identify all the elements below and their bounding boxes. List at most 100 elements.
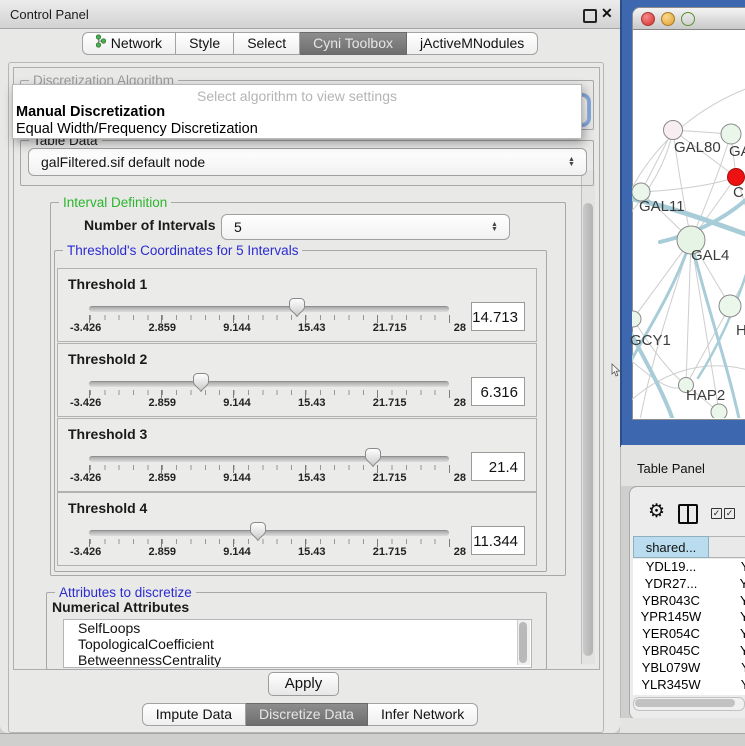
- node-red: [728, 169, 745, 186]
- network-canvas[interactable]: [632, 28, 745, 418]
- node-label-ga: GA: [729, 143, 745, 160]
- scrollbar-thumb[interactable]: [583, 203, 593, 656]
- group-title: Attributes to discretize: [55, 585, 196, 600]
- scale-label: 15.43: [298, 397, 326, 409]
- close-traffic-light[interactable]: [641, 12, 655, 26]
- slider-track[interactable]: [89, 381, 449, 387]
- algorithm-dropdown-popup: Select algorithm to view settings Manual…: [12, 84, 582, 139]
- dropdown-item-manual-discretization[interactable]: Manual Discretization: [13, 104, 581, 121]
- list-item[interactable]: BetweennessCentrality: [64, 652, 531, 668]
- cell-name: YBR0: [709, 643, 745, 660]
- table-row[interactable]: YBR045C YBR0: [633, 643, 745, 660]
- threshold-value-field[interactable]: 21.4: [471, 452, 525, 481]
- table-panel-title: Table Panel: [637, 461, 705, 476]
- table-row[interactable]: YBL079W YBL0: [633, 660, 745, 677]
- slider-track[interactable]: [89, 530, 449, 536]
- number-of-intervals-combobox[interactable]: 5 ▲▼: [221, 214, 510, 240]
- slider-scale: -3.4262.8599.14415.4321.71528: [70, 546, 466, 558]
- threshold-label: Threshold 3: [68, 426, 147, 442]
- gear-icon[interactable]: ⚙: [648, 502, 665, 521]
- table-row[interactable]: YLR345W YLR3: [633, 677, 745, 694]
- scale-label: 9.144: [223, 397, 251, 409]
- tab-infer-network[interactable]: Infer Network: [368, 703, 478, 726]
- cell-shared-name: YBR045C: [633, 643, 709, 660]
- scale-label: 21.715: [373, 322, 407, 334]
- tab-cyni-toolbox[interactable]: Cyni Toolbox: [300, 32, 407, 55]
- slider-thumb[interactable]: [288, 298, 305, 317]
- threshold-value-field[interactable]: 14.713: [471, 302, 525, 331]
- tab-label: Network: [111, 33, 162, 54]
- dropdown-item-equal-width-frequency[interactable]: Equal Width/Frequency Discretization: [13, 121, 581, 138]
- cell-name: YLR3: [709, 677, 745, 694]
- node-label-c: C: [733, 184, 744, 201]
- tab-discretize-data[interactable]: Discretize Data: [246, 703, 368, 726]
- scale-label: -3.426: [70, 397, 101, 409]
- tab-select[interactable]: Select: [234, 32, 300, 55]
- tab-label: Style: [189, 33, 220, 54]
- table-data-combobox[interactable]: galFiltered.sif default node ▲▼: [28, 148, 587, 176]
- threshold-value-field[interactable]: 6.316: [471, 377, 525, 406]
- slider-thumb[interactable]: [365, 448, 382, 467]
- attributes-list[interactable]: SelfLoopsTopologicalCoefficientBetweenne…: [63, 619, 532, 668]
- number-of-intervals-label: Number of Intervals: [84, 217, 215, 233]
- tab-label: jActiveMNodules: [420, 33, 524, 54]
- tab-jactivemnodules[interactable]: jActiveMNodules: [407, 32, 538, 55]
- tab-impute-data[interactable]: Impute Data: [142, 703, 246, 726]
- table-row[interactable]: YDL19... YDL1: [633, 559, 745, 576]
- cell-shared-name: YER054C: [633, 626, 709, 643]
- zoom-traffic-light[interactable]: [681, 12, 695, 26]
- list-item[interactable]: SelfLoops: [64, 620, 531, 636]
- tab-label: Discretize Data: [259, 704, 354, 725]
- table-scrollbar-thumb[interactable]: [635, 699, 735, 707]
- scale-label: 15.43: [298, 546, 326, 558]
- table-row[interactable]: YIL05... YIL0: [633, 693, 745, 695]
- tab-label: Cyni Toolbox: [313, 33, 393, 54]
- table-body[interactable]: YDL19... YDL1 YDR27... YDR2 YBR043C YBR0…: [633, 559, 745, 695]
- threshold-2-panel: Threshold 2 -3.4262.8599.14415.4321.7152…: [57, 343, 537, 417]
- node-top-right: [721, 124, 741, 144]
- table-row[interactable]: YBR043C YBR0: [633, 593, 745, 610]
- list-scrollbar-thumb[interactable]: [519, 622, 527, 663]
- window-bottom-strip: [0, 733, 745, 746]
- cell-shared-name: YDL19...: [633, 559, 709, 576]
- table-row[interactable]: YDR27... YDR2: [633, 576, 745, 593]
- slider-track[interactable]: [89, 456, 449, 462]
- float-window-icon[interactable]: [583, 9, 597, 23]
- tab-style[interactable]: Style: [176, 32, 234, 55]
- close-icon[interactable]: ✕: [601, 5, 613, 22]
- minimize-traffic-light[interactable]: [661, 12, 675, 26]
- cell-name: YIL0: [709, 693, 745, 695]
- cell-name: YBL0: [709, 660, 745, 677]
- column-header-name[interactable]: n: [709, 536, 745, 558]
- slider-thumb[interactable]: [250, 522, 267, 541]
- scale-label: 28: [454, 546, 466, 558]
- scale-label: 15.43: [298, 322, 326, 334]
- checkbox-icon[interactable]: ✓: [724, 508, 735, 519]
- table-row[interactable]: YPR145W YPR1: [633, 609, 745, 626]
- threshold-label: Threshold 1: [68, 276, 147, 292]
- cell-shared-name: YLR345W: [633, 677, 709, 694]
- threshold-value-field[interactable]: 11.344: [471, 526, 525, 555]
- column-layout-icon[interactable]: [678, 504, 698, 524]
- node-label-gal80: GAL80: [674, 139, 721, 156]
- cell-name: YPR1: [709, 609, 745, 626]
- node-bottom: [711, 404, 727, 418]
- node-gal80: [664, 121, 683, 140]
- tab-network[interactable]: Network: [82, 32, 176, 55]
- checkbox-icon[interactable]: ✓: [711, 508, 722, 519]
- control-panel-titlebar: [0, 0, 620, 29]
- window-title: Control Panel: [10, 7, 89, 22]
- slider-ticks: [90, 539, 449, 544]
- apply-button[interactable]: Apply: [268, 672, 339, 696]
- tab-label: Select: [247, 33, 286, 54]
- slider-track[interactable]: [89, 306, 449, 312]
- list-item[interactable]: TopologicalCoefficient: [64, 636, 531, 652]
- slider-thumb[interactable]: [192, 373, 209, 392]
- cell-shared-name: YBL079W: [633, 660, 709, 677]
- column-header-shared[interactable]: shared...: [633, 536, 709, 558]
- table-row[interactable]: YER054C YER0: [633, 626, 745, 643]
- scale-label: 9.144: [223, 322, 251, 334]
- bottom-tab-bar: Impute Data Discretize Data Infer Networ…: [0, 703, 620, 726]
- scale-label: 28: [454, 322, 466, 334]
- mouse-cursor: [611, 363, 621, 382]
